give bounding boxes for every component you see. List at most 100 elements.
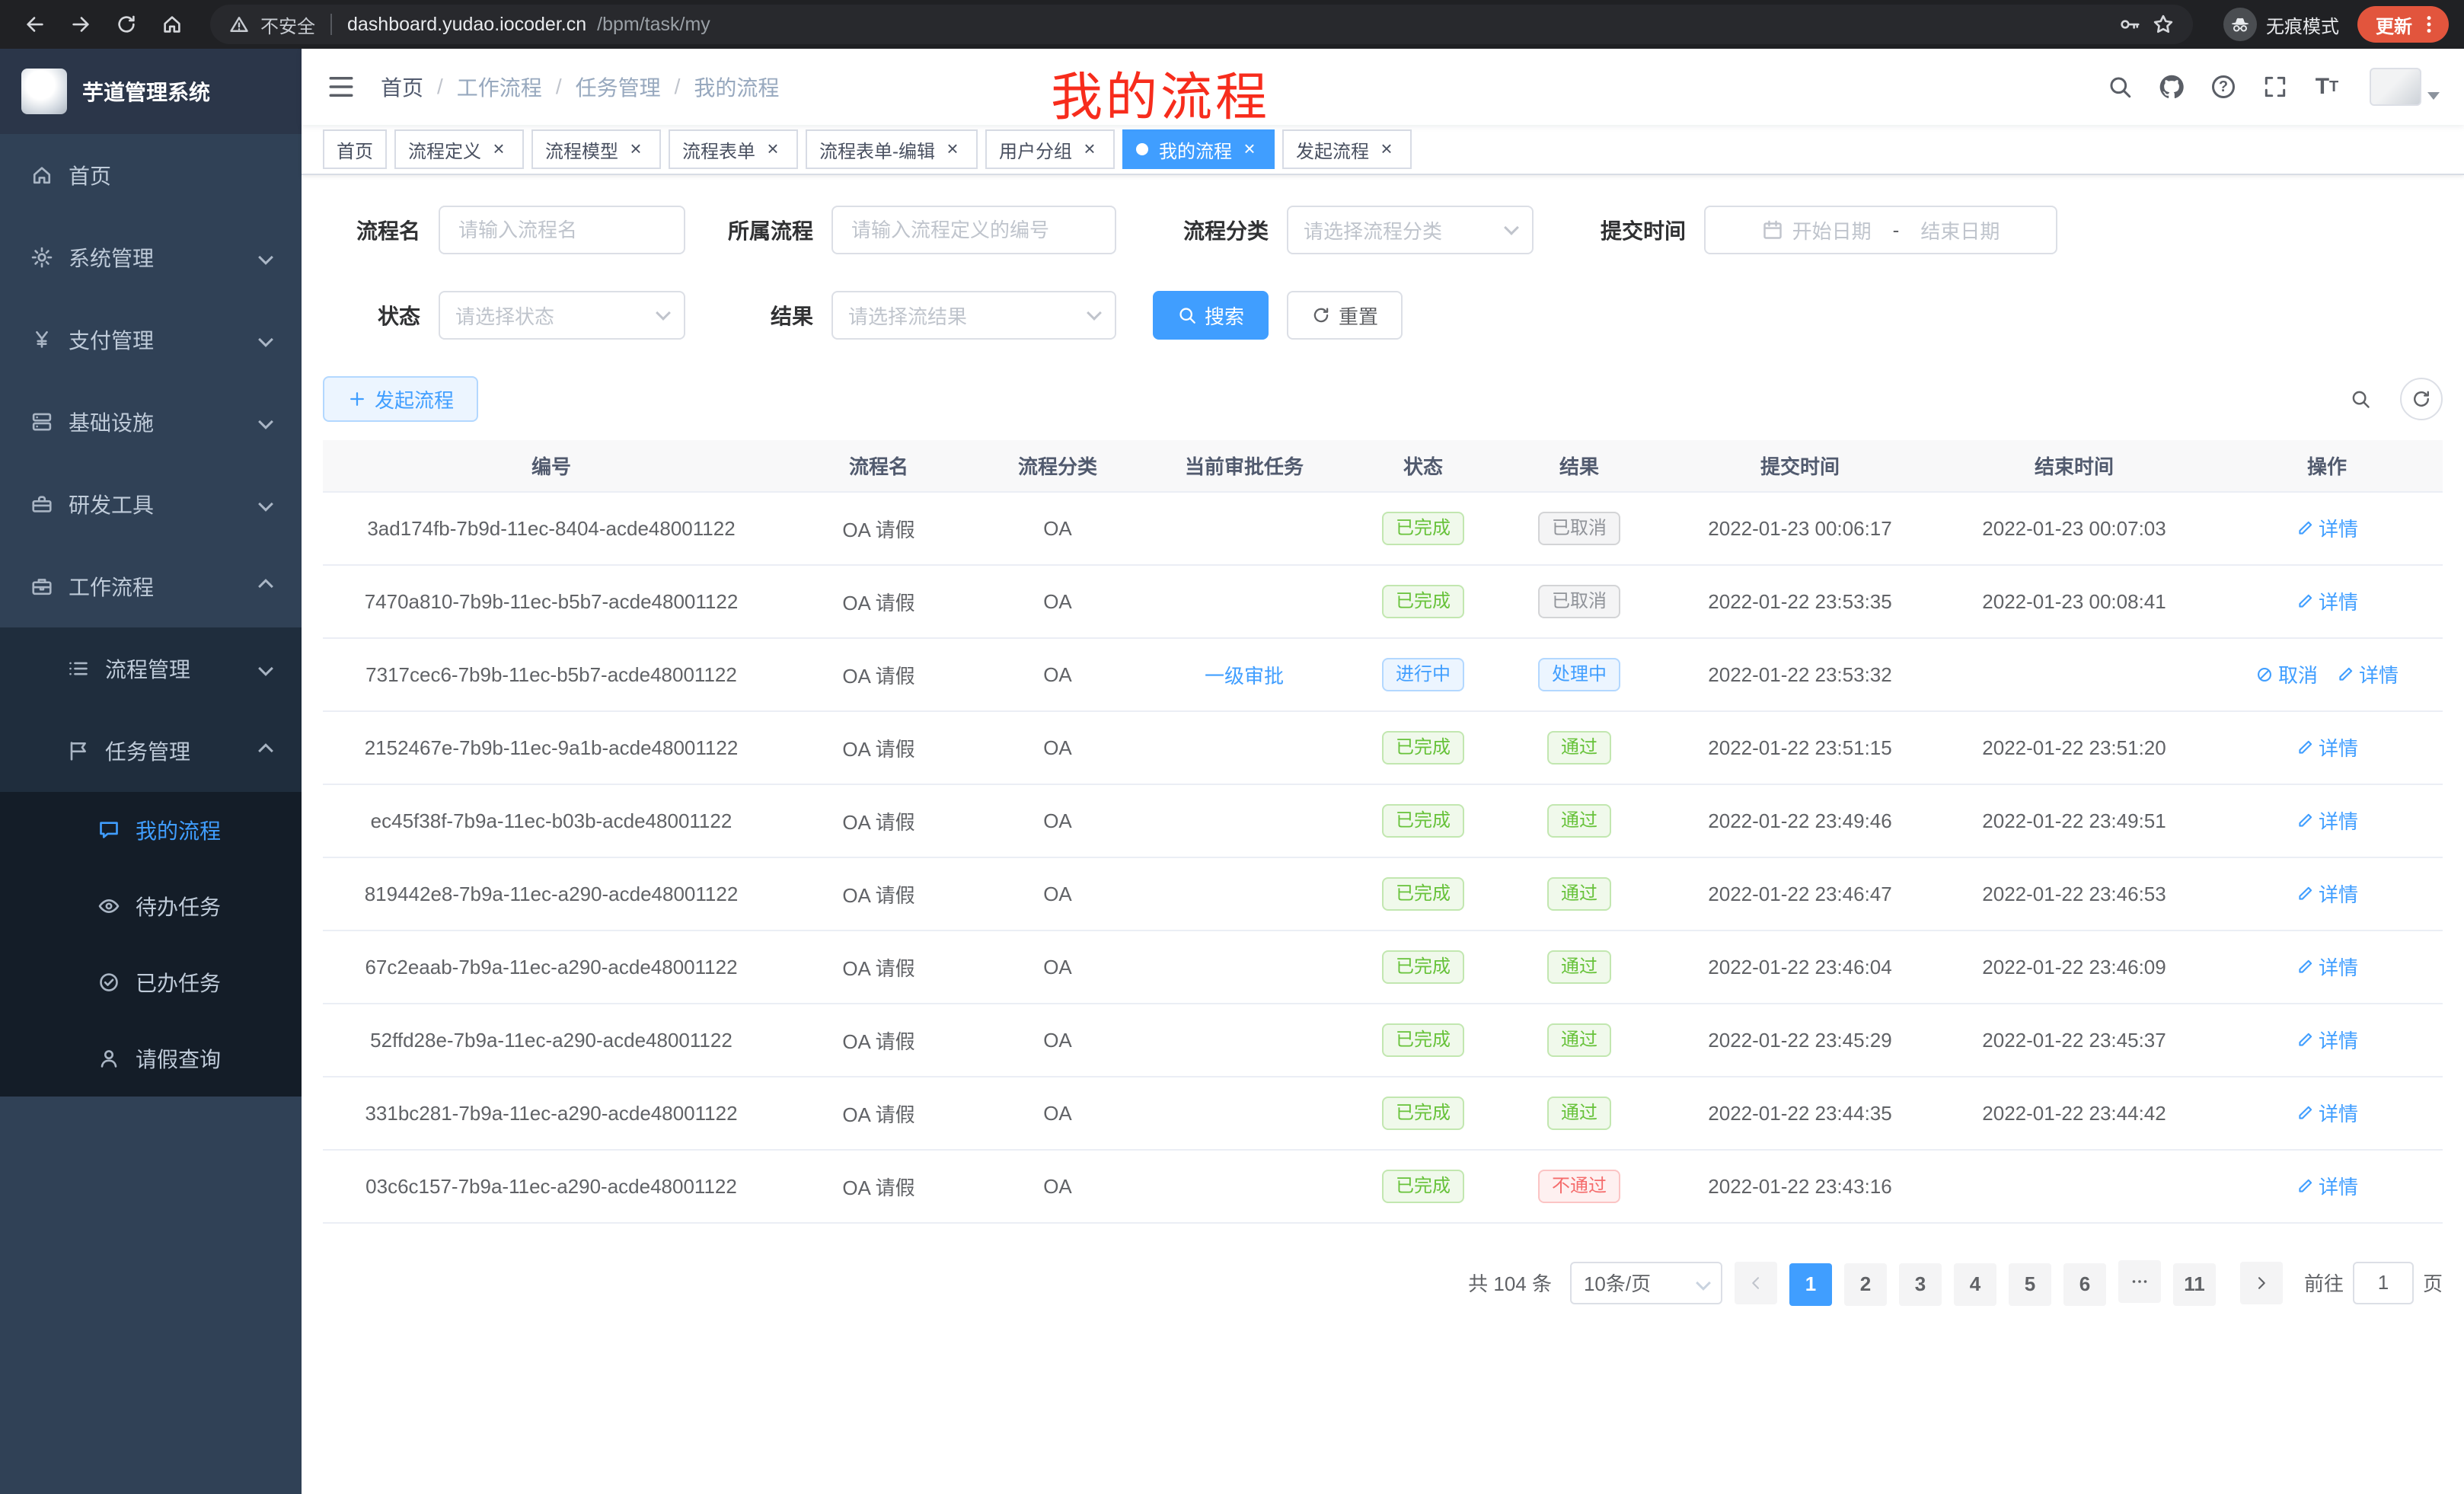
cell-end-time: 2022-01-22 23:45:37 bbox=[1937, 1004, 2211, 1077]
tab-process-form-edit[interactable]: 流程表单-编辑× bbox=[806, 129, 978, 169]
detail-link[interactable]: 详情 bbox=[2296, 879, 2358, 908]
column-header: 状态 bbox=[1351, 440, 1495, 492]
user-menu[interactable] bbox=[2370, 68, 2440, 106]
sidebar-item-label: 研发工具 bbox=[69, 489, 154, 519]
prev-page-button[interactable] bbox=[1735, 1262, 1777, 1304]
close-icon[interactable]: × bbox=[624, 138, 647, 161]
tab-label: 用户分组 bbox=[999, 136, 1072, 163]
name-input[interactable] bbox=[439, 206, 685, 254]
cancel-link[interactable]: 取消 bbox=[2255, 660, 2318, 688]
bookmark-star-icon[interactable] bbox=[2152, 13, 2175, 36]
cell-id: 03c6c157-7b9a-11ec-a290-acde48001122 bbox=[323, 1150, 780, 1223]
breadcrumb-item[interactable]: 任务管理 bbox=[576, 72, 661, 102]
page-button-6[interactable]: 6 bbox=[2063, 1263, 2106, 1306]
sidebar-item-devtools[interactable]: 研发工具 bbox=[0, 463, 302, 545]
page-button-3[interactable]: 3 bbox=[1899, 1263, 1942, 1306]
detail-link[interactable]: 详情 bbox=[2296, 1099, 2358, 1127]
detail-link[interactable]: 详情 bbox=[2296, 733, 2358, 761]
table-row: 03c6c157-7b9a-11ec-a290-acde48001122OA 请… bbox=[323, 1150, 2443, 1223]
hide-search-icon[interactable] bbox=[2339, 378, 2382, 420]
page-button-4[interactable]: 4 bbox=[1954, 1263, 1996, 1306]
cell-category: OA bbox=[978, 1077, 1138, 1150]
sidebar-item-home[interactable]: 首页 bbox=[0, 134, 302, 216]
tab-process-definition[interactable]: 流程定义× bbox=[394, 129, 524, 169]
column-header: 操作 bbox=[2211, 440, 2443, 492]
divider bbox=[330, 14, 332, 35]
tab-label: 发起流程 bbox=[1296, 136, 1369, 163]
key-icon[interactable] bbox=[2118, 13, 2141, 36]
reset-button[interactable]: 重置 bbox=[1287, 291, 1403, 340]
search-button[interactable]: 搜索 bbox=[1153, 291, 1269, 340]
result-tag: 通过 bbox=[1547, 804, 1611, 838]
breadcrumb-separator: / bbox=[675, 75, 681, 99]
update-button[interactable]: 更新 bbox=[2357, 6, 2449, 43]
close-icon[interactable]: × bbox=[1375, 138, 1398, 161]
breadcrumb-item[interactable]: 首页 bbox=[381, 72, 423, 102]
tab-start-process[interactable]: 发起流程 × bbox=[1282, 129, 1412, 169]
search-icon[interactable] bbox=[2105, 72, 2135, 102]
back-icon[interactable] bbox=[15, 5, 55, 44]
logo[interactable]: 芋道管理系统 bbox=[0, 49, 302, 134]
page-button-11[interactable]: 11 bbox=[2173, 1263, 2216, 1306]
chevron-up-icon bbox=[258, 743, 273, 758]
tab-user-group[interactable]: 用户分组 × bbox=[985, 129, 1115, 169]
browser-menu-dots-icon[interactable] bbox=[2418, 14, 2440, 35]
detail-link[interactable]: 详情 bbox=[2296, 1172, 2358, 1200]
page-button-2[interactable]: 2 bbox=[1844, 1263, 1887, 1306]
more-pages-button[interactable] bbox=[2118, 1260, 2161, 1303]
fullscreen-icon[interactable] bbox=[2260, 72, 2290, 102]
detail-link[interactable]: 详情 bbox=[2296, 1026, 2358, 1054]
cell-current-task bbox=[1138, 784, 1351, 857]
result-select[interactable]: 请选择流结果 bbox=[831, 291, 1116, 340]
sidebar-item-todo-task[interactable]: 待办任务 bbox=[0, 868, 302, 944]
column-header: 结果 bbox=[1495, 440, 1663, 492]
next-page-button[interactable] bbox=[2240, 1262, 2283, 1304]
category-select[interactable]: 请选择流程分类 bbox=[1287, 206, 1534, 254]
cell-id: 331bc281-7b9a-11ec-a290-acde48001122 bbox=[323, 1077, 780, 1150]
sidebar-toggle-icon[interactable] bbox=[326, 72, 356, 102]
detail-link[interactable]: 详情 bbox=[2296, 806, 2358, 835]
tab-my-process[interactable]: 我的流程× bbox=[1122, 129, 1275, 169]
cell-current-task bbox=[1138, 711, 1351, 784]
definition-input[interactable] bbox=[831, 206, 1116, 254]
tab-home[interactable]: 首页 bbox=[323, 129, 387, 169]
close-icon[interactable]: × bbox=[941, 138, 964, 161]
github-icon[interactable] bbox=[2156, 72, 2187, 102]
detail-link[interactable]: 详情 bbox=[2296, 953, 2358, 981]
font-size-icon[interactable]: TT bbox=[2312, 72, 2342, 102]
sidebar-item-done-task[interactable]: 已办任务 bbox=[0, 944, 302, 1020]
tab-process-model[interactable]: 流程模型× bbox=[531, 129, 661, 169]
sidebar-item-workflow[interactable]: 工作流程 bbox=[0, 545, 302, 627]
submit-time-range-picker[interactable]: 开始日期 - 结束日期 bbox=[1704, 206, 2057, 254]
sidebar-item-my-process[interactable]: 我的流程 bbox=[0, 792, 302, 868]
status-select[interactable]: 请选择状态 bbox=[439, 291, 685, 340]
detail-link[interactable]: 详情 bbox=[2296, 587, 2358, 615]
sidebar-item-process-manage[interactable]: 流程管理 bbox=[0, 627, 302, 710]
detail-link[interactable]: 详情 bbox=[2296, 514, 2358, 542]
help-icon[interactable]: ? bbox=[2208, 72, 2239, 102]
detail-link[interactable]: 详情 bbox=[2336, 660, 2399, 688]
breadcrumb-item[interactable]: 工作流程 bbox=[457, 72, 542, 102]
close-icon[interactable]: × bbox=[487, 138, 510, 161]
address-bar[interactable]: 不安全 dashboard.yudao.iocoder.cn/bpm/task/… bbox=[210, 5, 2193, 44]
sidebar-item-infrastructure[interactable]: 基础设施 bbox=[0, 381, 302, 463]
current-task-link[interactable]: 一级审批 bbox=[1205, 661, 1284, 689]
tab-process-form[interactable]: 流程表单× bbox=[669, 129, 798, 169]
close-icon[interactable]: × bbox=[1078, 138, 1101, 161]
refresh-table-icon[interactable] bbox=[2400, 378, 2443, 420]
page-button-1[interactable]: 1 bbox=[1789, 1263, 1832, 1306]
close-icon[interactable]: × bbox=[1238, 138, 1261, 161]
forward-icon[interactable] bbox=[61, 5, 101, 44]
goto-page-input[interactable] bbox=[2353, 1262, 2414, 1304]
close-icon[interactable]: × bbox=[761, 138, 784, 161]
sidebar-item-leave-query[interactable]: 请假查询 bbox=[0, 1020, 302, 1097]
sidebar-item-task-manage[interactable]: 任务管理 bbox=[0, 710, 302, 792]
sidebar-item-payment[interactable]: 支付管理 bbox=[0, 298, 302, 381]
reload-icon[interactable] bbox=[107, 5, 146, 44]
browser-home-icon[interactable] bbox=[152, 5, 192, 44]
start-process-button[interactable]: 发起流程 bbox=[323, 376, 478, 422]
page-button-5[interactable]: 5 bbox=[2009, 1263, 2051, 1306]
page-size-select[interactable]: 10条/页 bbox=[1570, 1262, 1722, 1304]
sidebar-item-system[interactable]: 系统管理 bbox=[0, 216, 302, 298]
start-date-placeholder: 开始日期 bbox=[1792, 216, 1872, 244]
